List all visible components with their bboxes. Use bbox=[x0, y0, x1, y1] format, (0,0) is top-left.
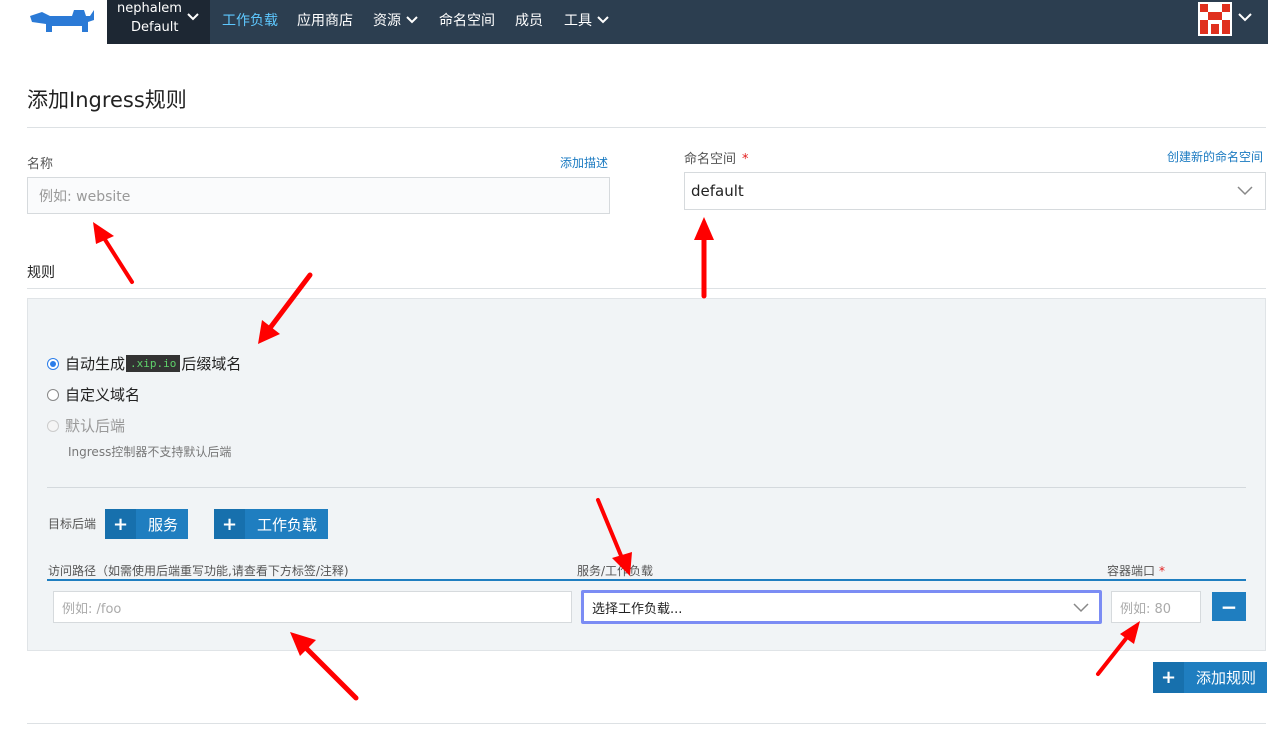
divider bbox=[27, 127, 1266, 128]
nav-resources[interactable]: 资源 bbox=[373, 10, 418, 30]
nav-workloads[interactable]: 工作负载 bbox=[222, 10, 278, 30]
name-placeholder: 例如: website bbox=[39, 188, 131, 205]
add-workload-button[interactable]: + 工作负载 bbox=[214, 509, 328, 539]
nav-label: 工具 bbox=[564, 13, 592, 29]
port-header-text: 容器端口 bbox=[1107, 564, 1156, 578]
rules-section-label: 规则 bbox=[27, 265, 55, 281]
nav-label: 命名空间 bbox=[439, 13, 495, 29]
service-column-header: 服务/工作负载 bbox=[577, 564, 654, 578]
radio-auto-xip[interactable]: 自动生成 .xip.io 后缀域名 bbox=[47, 353, 241, 374]
chevron-down-icon bbox=[597, 16, 609, 24]
nav-label: 成员 bbox=[515, 13, 543, 29]
add-service-button[interactable]: + 服务 bbox=[105, 509, 188, 539]
path-placeholder: 例如: /foo bbox=[62, 601, 122, 617]
nav-label: 工作负载 bbox=[222, 13, 278, 29]
target-backend-label: 目标后端 bbox=[48, 517, 97, 531]
radio-custom-domain[interactable]: 自定义域名 bbox=[47, 384, 140, 405]
button-label: 服务 bbox=[148, 515, 179, 534]
chevron-down-icon bbox=[1073, 603, 1089, 613]
path-input[interactable]: 例如: /foo bbox=[53, 591, 572, 623]
namespace-select[interactable]: default bbox=[684, 172, 1266, 210]
plus-icon: + bbox=[105, 509, 136, 539]
chevron-down-icon bbox=[187, 13, 199, 21]
remove-rule-button[interactable]: − bbox=[1212, 592, 1246, 621]
divider bbox=[47, 487, 1246, 488]
nav-label: 应用商店 bbox=[297, 13, 353, 29]
radio-label: 后缀域名 bbox=[181, 355, 242, 373]
port-placeholder: 例如: 80 bbox=[1120, 601, 1172, 617]
default-backend-note: Ingress控制器不支持默认后端 bbox=[68, 445, 232, 459]
port-input[interactable]: 例如: 80 bbox=[1111, 591, 1201, 623]
annotation-arrow bbox=[93, 222, 134, 284]
button-label: 添加规则 bbox=[1196, 669, 1257, 687]
name-label: 名称 bbox=[27, 157, 54, 172]
minus-icon: − bbox=[1220, 594, 1238, 619]
divider bbox=[27, 723, 1266, 724]
chevron-down-icon bbox=[406, 16, 418, 24]
chevron-down-icon[interactable] bbox=[1238, 13, 1252, 22]
create-namespace-link[interactable]: 创建新的命名空间 bbox=[1167, 148, 1263, 165]
path-column-header: 访问路径（如需使用后端重写功能,请查看下方标签/注释) bbox=[48, 564, 349, 578]
namespace-value: default bbox=[691, 182, 744, 200]
radio-label: 自动生成 bbox=[65, 355, 126, 373]
table-header-underline bbox=[47, 579, 1246, 581]
project-switcher[interactable]: nephalem Default bbox=[107, 0, 210, 44]
namespace-label: 命名空间 * bbox=[684, 148, 749, 167]
user-avatar[interactable] bbox=[1198, 2, 1232, 36]
nav-namespaces[interactable]: 命名空间 bbox=[439, 10, 495, 30]
plus-icon: + bbox=[214, 509, 245, 539]
radio-button bbox=[47, 419, 59, 432]
nav-label: 资源 bbox=[373, 13, 401, 29]
radio-label: 自定义域名 bbox=[65, 386, 141, 404]
required-mark: * bbox=[742, 152, 749, 167]
divider bbox=[27, 288, 1266, 289]
namespace-label-text: 命名空间 bbox=[684, 152, 737, 167]
page-title: 添加Ingress规则 bbox=[27, 88, 187, 112]
workload-select[interactable]: 选择工作负载... bbox=[581, 590, 1102, 624]
chevron-down-icon bbox=[1237, 186, 1253, 196]
project-name: nephalem bbox=[117, 1, 182, 16]
plus-icon: + bbox=[1153, 662, 1184, 693]
annotation-arrow bbox=[694, 217, 714, 299]
rancher-logo[interactable] bbox=[0, 0, 107, 44]
button-label: 工作负载 bbox=[257, 515, 318, 534]
radio-button[interactable] bbox=[47, 357, 59, 370]
name-input[interactable]: 例如: website bbox=[27, 177, 610, 214]
project-env: Default bbox=[131, 20, 179, 35]
workload-placeholder: 选择工作负载... bbox=[592, 601, 683, 617]
radio-button[interactable] bbox=[47, 388, 59, 401]
add-rule-button[interactable]: + 添加规则 bbox=[1153, 662, 1267, 693]
nav-members[interactable]: 成员 bbox=[515, 10, 543, 30]
required-mark: * bbox=[1159, 564, 1166, 578]
nav-app-store[interactable]: 应用商店 bbox=[297, 10, 353, 30]
add-description-link[interactable]: 添加描述 bbox=[560, 154, 608, 171]
nav-tools[interactable]: 工具 bbox=[564, 10, 609, 30]
radio-label: 默认后端 bbox=[65, 417, 126, 435]
radio-default-backend: 默认后端 bbox=[47, 415, 125, 436]
port-column-header: 容器端口 * bbox=[1107, 562, 1165, 579]
xip-code: .xip.io bbox=[126, 355, 181, 372]
